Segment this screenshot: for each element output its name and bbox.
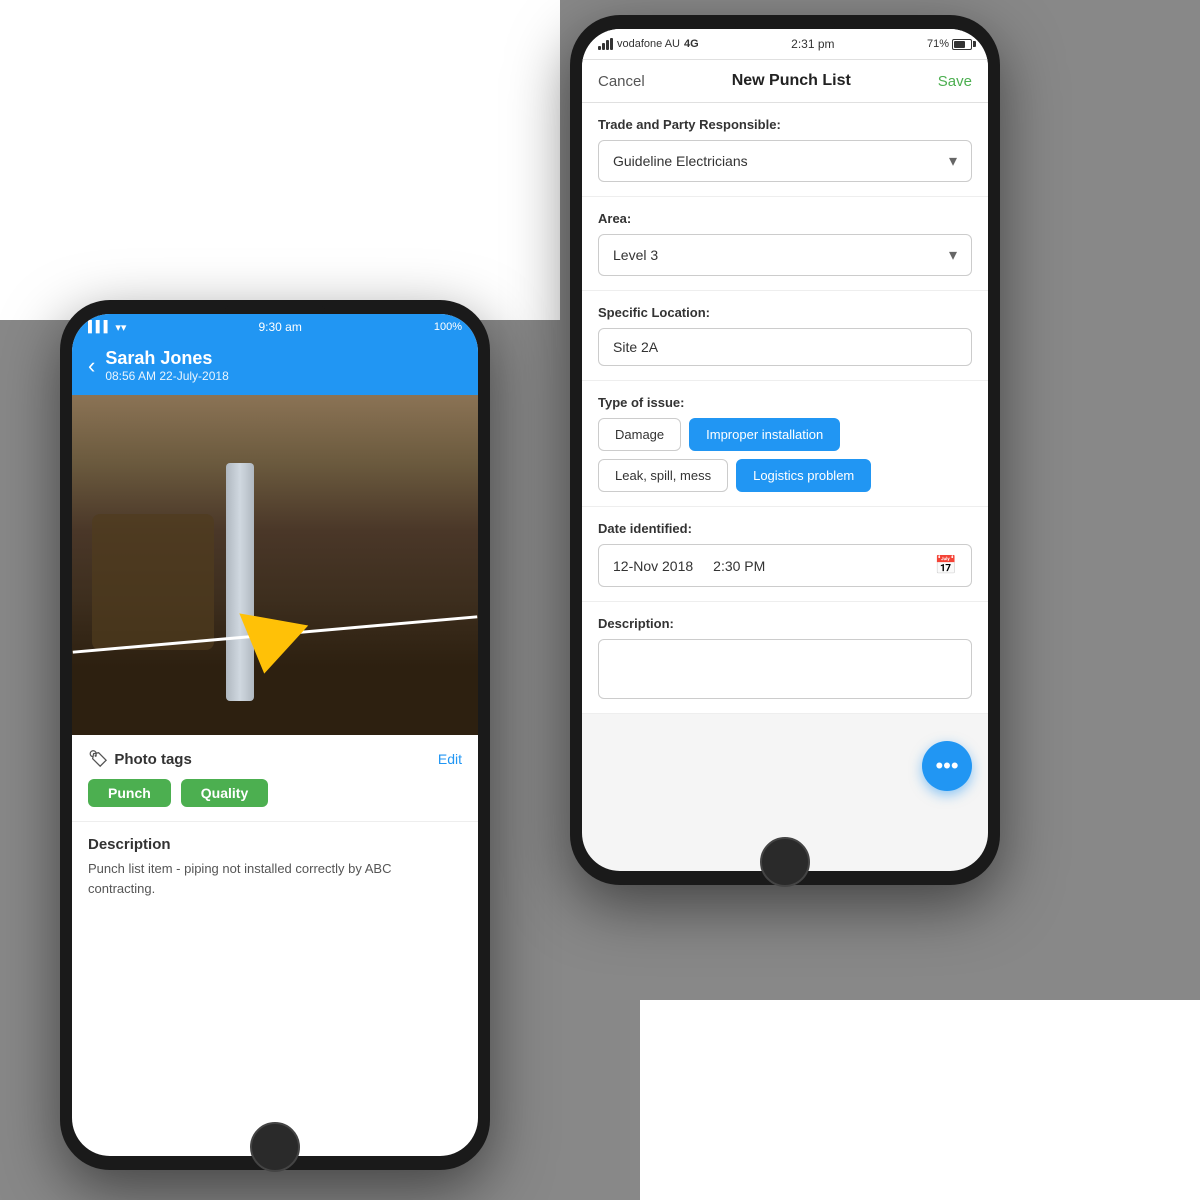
location-value: Site 2A bbox=[613, 339, 658, 355]
description-input[interactable] bbox=[598, 639, 972, 699]
trade-select[interactable]: Guideline Electricians ▾ bbox=[598, 140, 972, 182]
phone-left-notch bbox=[225, 306, 325, 314]
tags-row: Punch Quality bbox=[88, 779, 462, 807]
soil-detail bbox=[92, 514, 214, 650]
new-punch-list-title: New Punch List bbox=[732, 72, 851, 90]
phone-left: ▌▌▌ ▾▾ 9:30 am 100% ‹ Sarah Jones 08:56 … bbox=[60, 300, 490, 1170]
edit-tags-button[interactable]: Edit bbox=[438, 751, 462, 767]
user-datetime: 08:56 AM 22-July-2018 bbox=[105, 369, 228, 383]
description-form-section: Description: bbox=[582, 602, 988, 714]
background-white-topleft bbox=[0, 0, 560, 320]
battery-fill bbox=[954, 41, 965, 48]
background-white-bottomright bbox=[640, 1000, 1200, 1200]
photo-tags-header: 🏷 Photo tags Edit bbox=[88, 749, 462, 769]
description-form-label: Description: bbox=[598, 616, 972, 631]
date-row[interactable]: 12-Nov 2018 2:30 PM 📅 bbox=[598, 544, 972, 587]
date-label: Date identified: bbox=[598, 521, 972, 536]
phone1-statusbar: ▌▌▌ ▾▾ 9:30 am 100% bbox=[72, 314, 478, 340]
issue-damage[interactable]: Damage bbox=[598, 418, 681, 451]
phone-left-screen: ▌▌▌ ▾▾ 9:30 am 100% ‹ Sarah Jones 08:56 … bbox=[72, 314, 478, 1156]
issue-label: Type of issue: bbox=[598, 395, 972, 410]
carrier-label: vodafone AU bbox=[617, 38, 680, 50]
description-text: Punch list item - piping not installed c… bbox=[88, 859, 462, 898]
battery-pct-label: 71% bbox=[927, 38, 949, 50]
tag-icon: 🏷 bbox=[88, 749, 108, 769]
trade-label: Trade and Party Responsible: bbox=[598, 117, 972, 132]
back-button[interactable]: ‹ bbox=[88, 353, 95, 379]
location-section: Specific Location: Site 2A bbox=[582, 291, 988, 381]
photo-tags-label: Photo tags bbox=[114, 751, 192, 768]
area-section: Area: Level 3 ▾ bbox=[582, 197, 988, 291]
photo-tags-section: 🏷 Photo tags Edit Punch Quality bbox=[72, 735, 478, 822]
statusbar-signal: vodafone AU 4G bbox=[598, 38, 699, 50]
phone2-time: 2:31 pm bbox=[791, 37, 834, 51]
signal-wifi: ▌▌▌ ▾▾ bbox=[88, 321, 126, 334]
flag bbox=[230, 613, 308, 679]
wifi-icon: ▾▾ bbox=[115, 321, 126, 334]
photo-area bbox=[72, 395, 478, 735]
phone-right-home-button[interactable] bbox=[760, 837, 810, 887]
area-label: Area: bbox=[598, 211, 972, 226]
signal-bars-icon bbox=[598, 38, 613, 50]
phone-right: vodafone AU 4G 2:31 pm 71% Cancel New Pu… bbox=[570, 15, 1000, 885]
phone1-battery: 100% bbox=[434, 321, 462, 333]
phone1-header: ‹ Sarah Jones 08:56 AM 22-July-2018 bbox=[72, 340, 478, 395]
description-section: Description Punch list item - piping not… bbox=[72, 822, 478, 912]
trade-dropdown-icon: ▾ bbox=[949, 151, 957, 171]
username: Sarah Jones bbox=[105, 348, 228, 369]
area-value: Level 3 bbox=[613, 247, 658, 263]
signal-bars-icon: ▌▌▌ bbox=[88, 321, 111, 333]
phone2-header: Cancel New Punch List Save bbox=[582, 60, 988, 103]
time-value: 2:30 PM bbox=[713, 558, 765, 574]
issue-logistics[interactable]: Logistics problem bbox=[736, 459, 871, 492]
battery-icon bbox=[952, 39, 972, 50]
phone2-statusbar: vodafone AU 4G 2:31 pm 71% bbox=[582, 29, 988, 60]
issue-leak-spill[interactable]: Leak, spill, mess bbox=[598, 459, 728, 492]
photo-tags-title: 🏷 Photo tags bbox=[88, 749, 192, 769]
cancel-button[interactable]: Cancel bbox=[598, 73, 645, 90]
fab-button[interactable]: ••• bbox=[922, 741, 972, 791]
network-label: 4G bbox=[684, 38, 699, 50]
trade-value: Guideline Electricians bbox=[613, 153, 748, 169]
fab-dots: ••• bbox=[935, 753, 958, 779]
statusbar-battery: 71% bbox=[927, 38, 972, 50]
excavation-photo bbox=[72, 395, 478, 735]
location-label: Specific Location: bbox=[598, 305, 972, 320]
phone-left-home-button[interactable] bbox=[250, 1122, 300, 1172]
tag-punch[interactable]: Punch bbox=[88, 779, 171, 807]
phone-right-notch bbox=[735, 21, 835, 29]
form-content: Trade and Party Responsible: Guideline E… bbox=[582, 103, 988, 714]
location-input[interactable]: Site 2A bbox=[598, 328, 972, 366]
date-value: 12-Nov 2018 bbox=[613, 558, 693, 574]
phone-right-screen: vodafone AU 4G 2:31 pm 71% Cancel New Pu… bbox=[582, 29, 988, 871]
date-section: Date identified: 12-Nov 2018 2:30 PM 📅 bbox=[582, 507, 988, 602]
area-select[interactable]: Level 3 ▾ bbox=[598, 234, 972, 276]
calendar-icon: 📅 bbox=[935, 555, 957, 576]
trade-section: Trade and Party Responsible: Guideline E… bbox=[582, 103, 988, 197]
issue-section: Type of issue: Damage Improper installat… bbox=[582, 381, 988, 507]
tag-quality[interactable]: Quality bbox=[181, 779, 268, 807]
phone1-time: 9:30 am bbox=[258, 320, 301, 334]
user-info: Sarah Jones 08:56 AM 22-July-2018 bbox=[105, 348, 228, 383]
description-title: Description bbox=[88, 836, 462, 853]
issue-improper-installation[interactable]: Improper installation bbox=[689, 418, 840, 451]
area-dropdown-icon: ▾ bbox=[949, 245, 957, 265]
save-button[interactable]: Save bbox=[938, 73, 972, 90]
issue-types: Damage Improper installation Leak, spill… bbox=[598, 418, 972, 492]
